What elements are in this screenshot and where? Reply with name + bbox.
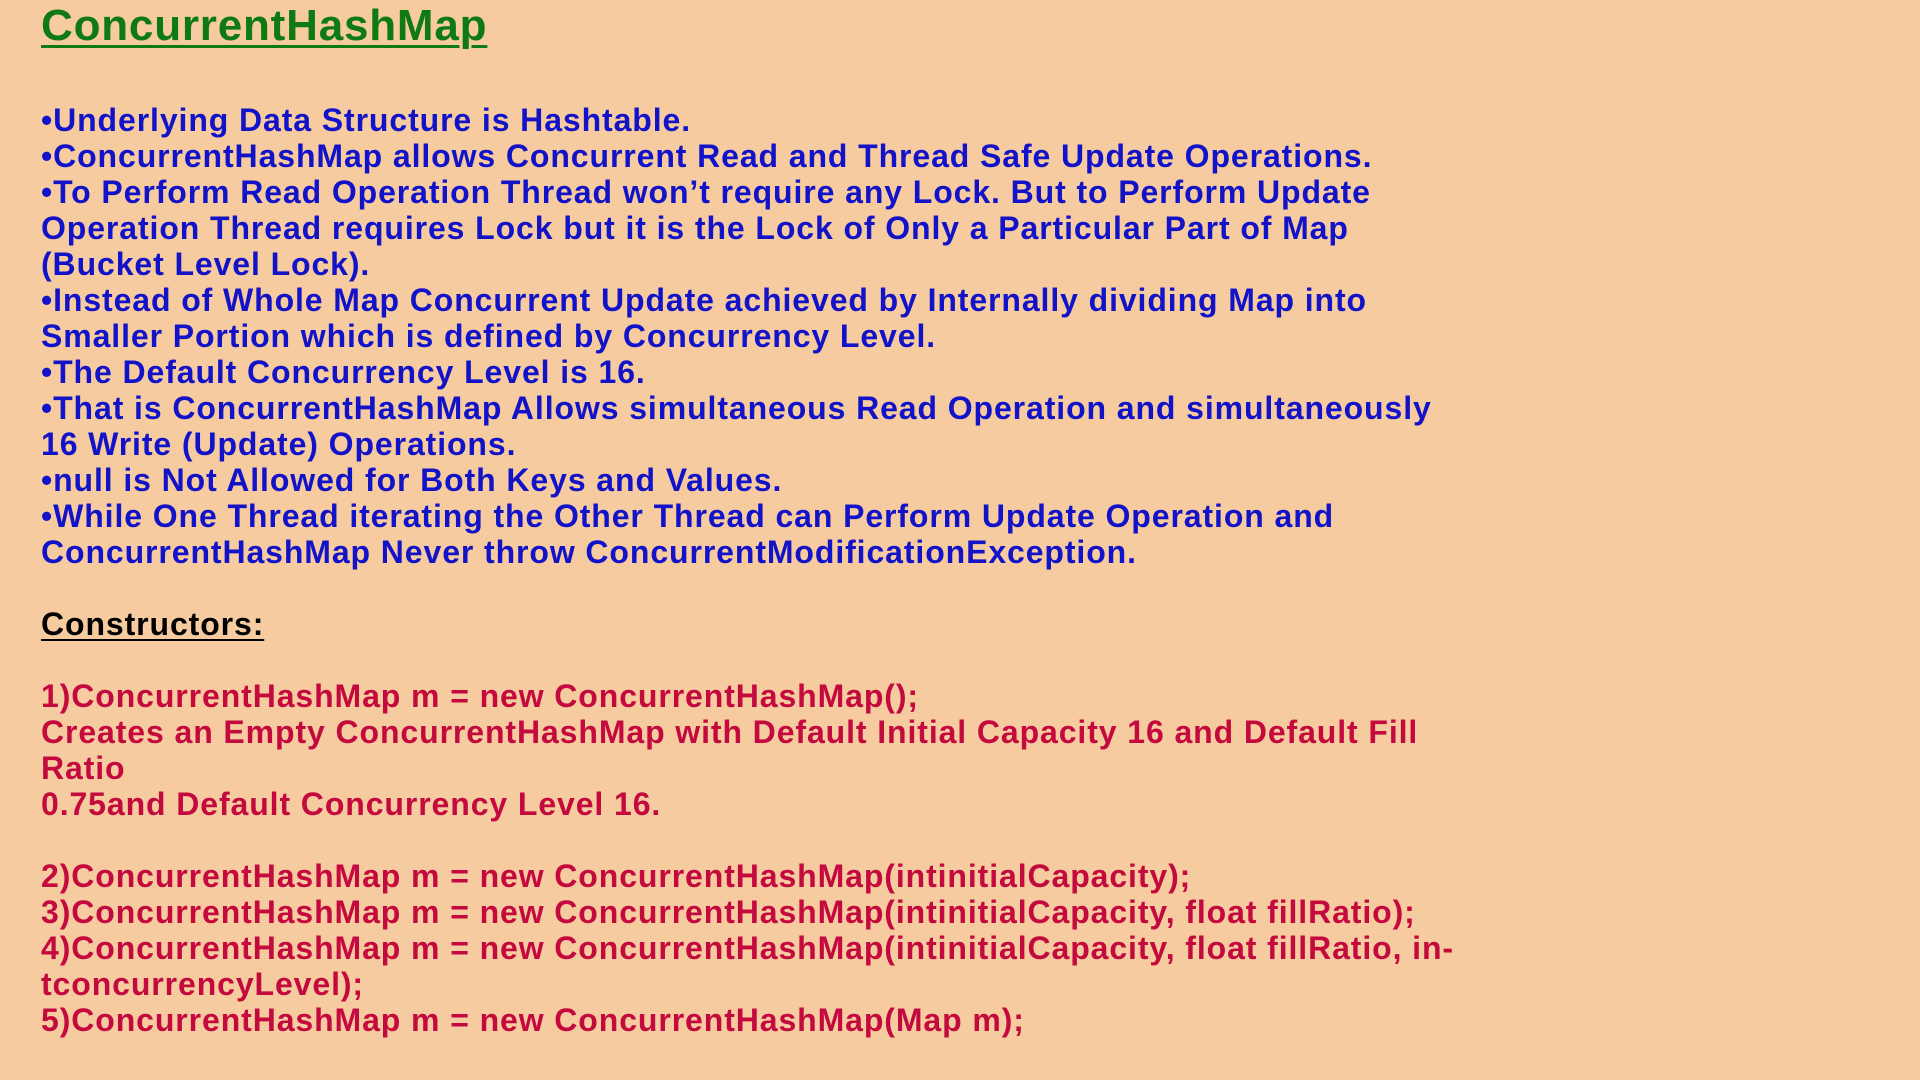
bullet-line: •ConcurrentHashMap allows Concurrent Rea… xyxy=(41,138,1373,174)
bullet-line: •That is ConcurrentHashMap Allows simult… xyxy=(41,390,1432,426)
bullet-line: (Bucket Level Lock). xyxy=(41,246,371,282)
page-title: ConcurrentHashMap xyxy=(41,1,488,50)
bullet-line: •Instead of Whole Map Concurrent Update … xyxy=(41,282,1367,318)
constructors-list: 1)ConcurrentHashMap m = new ConcurrentHa… xyxy=(41,678,1891,1038)
constructor-line: 0.75and Default Concurrency Level 16. xyxy=(41,786,662,822)
constructor-line: Creates an Empty ConcurrentHashMap with … xyxy=(41,714,1419,750)
constructor-line: 3)ConcurrentHashMap m = new ConcurrentHa… xyxy=(41,894,1416,930)
constructors-heading: Constructors: xyxy=(41,606,265,642)
bullet-line: ConcurrentHashMap Never throw Concurrent… xyxy=(41,534,1137,570)
bullet-line: •The Default Concurrency Level is 16. xyxy=(41,354,646,390)
bullet-list: •Underlying Data Structure is Hashtable.… xyxy=(41,102,1891,570)
constructor-line: tconcurrencyLevel); xyxy=(41,966,364,1002)
constructor-line: 5)ConcurrentHashMap m = new ConcurrentHa… xyxy=(41,1002,1025,1038)
bullet-line: Smaller Portion which is defined by Conc… xyxy=(41,318,937,354)
constructor-line: 4)ConcurrentHashMap m = new ConcurrentHa… xyxy=(41,930,1454,966)
slide: ConcurrentHashMap •Underlying Data Struc… xyxy=(41,0,1891,1038)
bullet-line: 16 Write (Update) Operations. xyxy=(41,426,517,462)
bullet-line: •While One Thread iterating the Other Th… xyxy=(41,498,1335,534)
constructor-line: Ratio xyxy=(41,750,126,786)
bullet-line: Operation Thread requires Lock but it is… xyxy=(41,210,1349,246)
bullet-line: •null is Not Allowed for Both Keys and V… xyxy=(41,462,783,498)
constructor-line: 1)ConcurrentHashMap m = new ConcurrentHa… xyxy=(41,678,919,714)
constructor-line: 2)ConcurrentHashMap m = new ConcurrentHa… xyxy=(41,858,1192,894)
bullet-line: •Underlying Data Structure is Hashtable. xyxy=(41,102,692,138)
bullet-line: •To Perform Read Operation Thread won’t … xyxy=(41,174,1371,210)
